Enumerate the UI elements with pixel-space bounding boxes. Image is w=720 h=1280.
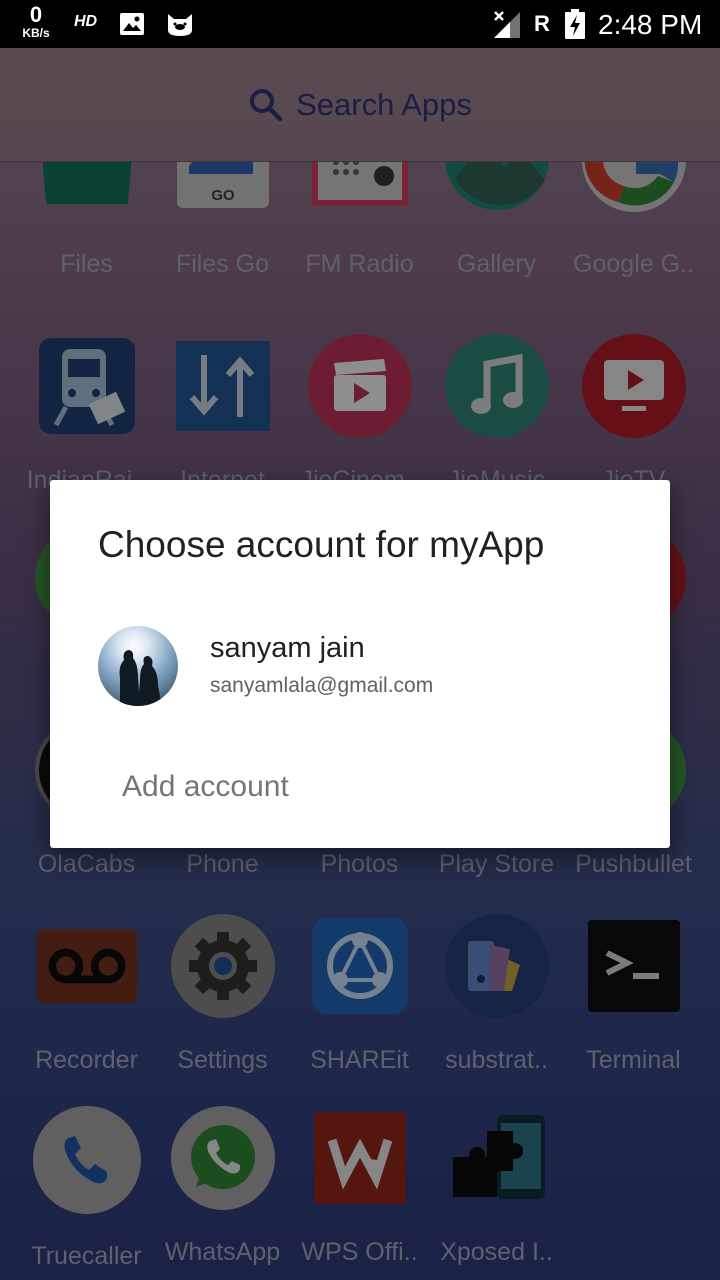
account-name: sanyam jain xyxy=(210,632,365,664)
dialog-title: Choose account for myApp xyxy=(98,524,545,565)
add-account-button[interactable]: Add account xyxy=(122,770,289,804)
choose-account-dialog: Choose account for myApp sanyam jain san… xyxy=(50,480,670,848)
cat-notification-icon xyxy=(165,10,195,43)
account-row[interactable]: sanyam jain sanyamlala@gmail.com xyxy=(98,626,638,706)
signal-icon xyxy=(492,10,522,45)
clock: 2:48 PM xyxy=(598,9,703,40)
battery-charging-icon xyxy=(564,9,586,44)
image-icon xyxy=(119,12,145,41)
roaming-indicator: R xyxy=(534,11,550,36)
account-email: sanyamlala@gmail.com xyxy=(210,674,434,697)
hd-indicator: HD xyxy=(74,13,98,30)
network-speed-unit: KB/s xyxy=(22,26,50,40)
network-speed: 0 KB/s xyxy=(18,2,54,40)
avatar xyxy=(98,626,178,706)
status-bar: 0 KB/s HD R 2:48 PM xyxy=(0,0,720,48)
network-speed-value: 0 xyxy=(29,2,43,27)
